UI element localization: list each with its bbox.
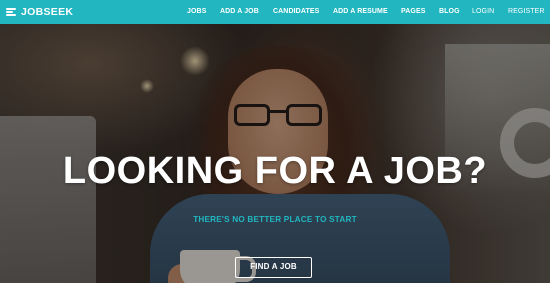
register-link[interactable]: REGISTER: [508, 0, 545, 24]
nav-item-jobs[interactable]: JOBS: [187, 0, 206, 24]
login-link[interactable]: LOGIN: [472, 0, 494, 24]
nav-item-add-a-job[interactable]: ADD A JOB: [220, 0, 259, 24]
brand-logo[interactable]: JOBSEEK: [6, 4, 73, 20]
nav-item-add-a-resume[interactable]: ADD A RESUME: [333, 0, 388, 24]
brand-name: JOBSEEK: [21, 6, 74, 18]
find-a-job-button[interactable]: FIND A JOB: [235, 257, 312, 278]
nav-item-blog[interactable]: BLOG: [439, 0, 460, 24]
top-navbar: JOBSEEK JOBS ADD A JOB CANDIDATES ADD A …: [0, 0, 550, 24]
menu-lines-icon: [6, 7, 16, 17]
nav-item-candidates[interactable]: CANDIDATES: [273, 0, 319, 24]
nav-item-pages[interactable]: PAGES: [401, 0, 426, 24]
hero-headline: LOOKING FOR A JOB?: [62, 150, 488, 192]
hero-subheadline: THERE'S NO BETTER PLACE TO START: [193, 215, 357, 224]
